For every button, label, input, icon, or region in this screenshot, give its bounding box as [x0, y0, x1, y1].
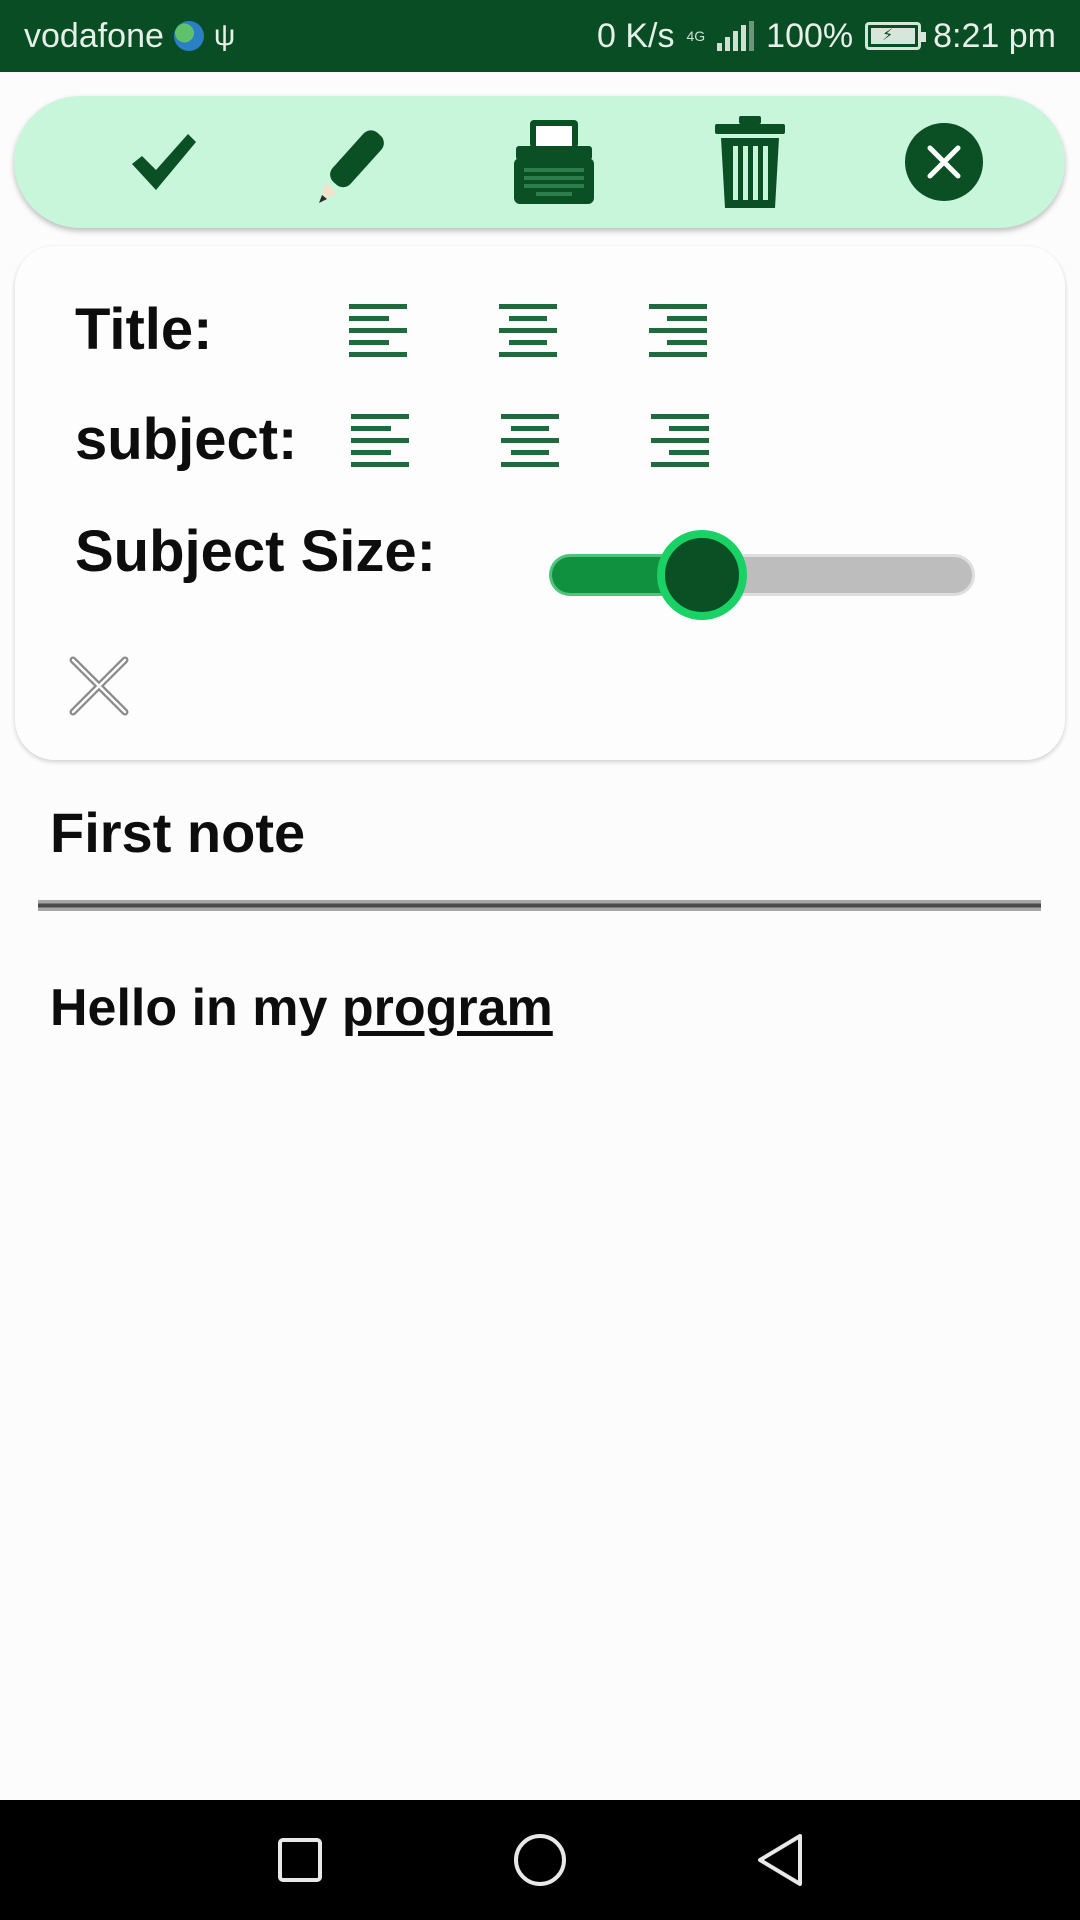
format-panel: Title: subject: Subject Size:: [15, 246, 1065, 760]
typewriter-button[interactable]: [504, 112, 604, 212]
save-button[interactable]: [114, 112, 214, 212]
back-button[interactable]: [740, 1820, 820, 1900]
align-left-icon: [349, 304, 407, 357]
subject-align-right-button[interactable]: [645, 406, 715, 476]
system-nav-bar: [0, 1800, 1080, 1920]
signal-icon: [717, 21, 755, 51]
recent-apps-icon: [278, 1838, 322, 1882]
subject-align-left-button[interactable]: [345, 406, 415, 476]
subject-size-label: Subject Size:: [75, 519, 436, 584]
globe-icon: [173, 21, 204, 51]
status-bar: vodafone ψ 0 K/s 4G 100% ⚡ 8:21 pm: [0, 0, 1080, 72]
align-right-icon: [649, 304, 707, 357]
checkmark-icon: [132, 134, 196, 190]
home-icon: [514, 1834, 566, 1886]
subject-label: subject:: [75, 407, 298, 472]
title-divider: [38, 900, 1041, 911]
title-align-left-button[interactable]: [343, 296, 413, 366]
title-align-center-button[interactable]: [493, 296, 563, 366]
subject-size-slider[interactable]: [535, 526, 985, 622]
note-title-field[interactable]: First note: [50, 800, 305, 865]
close-button[interactable]: [894, 112, 994, 212]
delete-button[interactable]: [700, 112, 800, 212]
align-center-icon: [499, 304, 557, 357]
note-toolbar: [14, 96, 1065, 228]
title-align-right-button[interactable]: [643, 296, 713, 366]
carrier-label: vodafone: [24, 16, 164, 55]
align-left-icon: [351, 414, 409, 467]
network-speed: 0 K/s: [597, 16, 675, 55]
battery-percent: 100%: [766, 16, 854, 55]
align-center-icon: [501, 414, 559, 467]
pencil-icon: [319, 130, 384, 203]
align-right-icon: [651, 414, 709, 467]
usb-icon: ψ: [213, 19, 236, 52]
trash-icon: [715, 116, 785, 208]
note-body-text: Hello in my: [50, 979, 342, 1037]
battery-charging-icon: ⚡: [865, 22, 927, 50]
close-circle-icon: [905, 123, 983, 201]
home-button[interactable]: [500, 1820, 580, 1900]
typewriter-icon: [514, 120, 594, 204]
close-panel-button[interactable]: [59, 646, 139, 726]
edit-button[interactable]: [306, 112, 406, 212]
close-x-icon: [69, 656, 129, 716]
slider-thumb[interactable]: [657, 530, 748, 620]
back-icon: [758, 1834, 802, 1886]
subject-align-center-button[interactable]: [495, 406, 565, 476]
clock: 8:21 pm: [933, 16, 1056, 55]
network-type-label: 4G: [686, 28, 706, 44]
note-body-field[interactable]: Hello in my program: [50, 978, 553, 1038]
note-body-underlined-word: program: [341, 979, 553, 1037]
recent-apps-button[interactable]: [260, 1820, 340, 1900]
title-label: Title:: [75, 297, 213, 362]
